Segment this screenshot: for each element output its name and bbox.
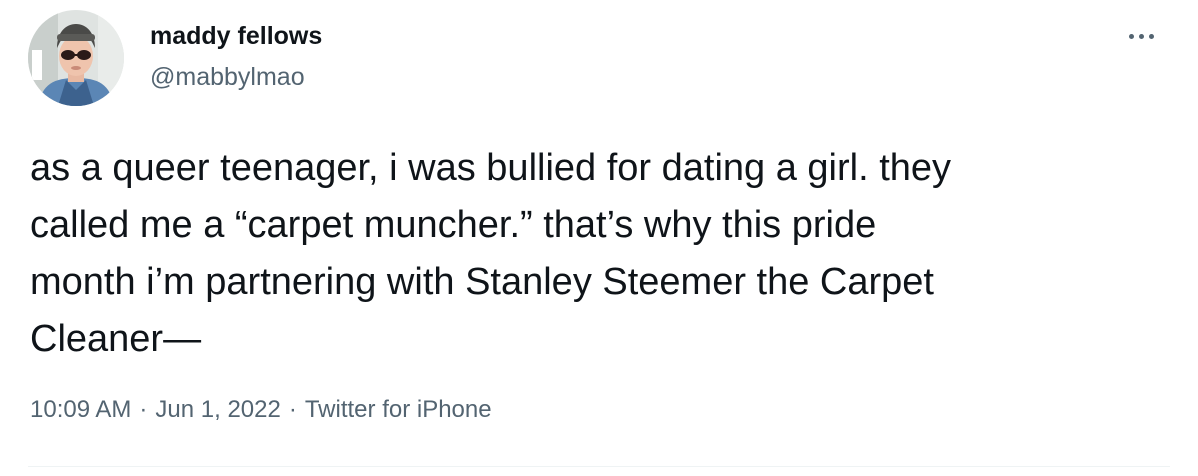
tweet-text-line: month i’m partnering with Stanley Steeme… xyxy=(30,261,934,303)
more-options-button[interactable] xyxy=(1122,22,1162,52)
more-horizontal-icon xyxy=(1129,34,1134,39)
divider xyxy=(28,466,1170,467)
author-handle[interactable]: @mabbylmao xyxy=(150,63,305,92)
meta-separator: · xyxy=(139,396,148,423)
tweet-timestamp-time[interactable]: 10:09 AM xyxy=(30,396,131,424)
more-horizontal-icon-dot xyxy=(1139,34,1144,39)
avatar[interactable] xyxy=(28,10,124,106)
tweet-timestamp-date[interactable]: Jun 1, 2022 xyxy=(155,396,280,424)
user-avatar-photo-icon xyxy=(28,10,124,106)
tweet-metadata: 10:09 AM · Jun 1, 2022 · Twitter for iPhone xyxy=(30,396,492,424)
more-horizontal-icon-dot xyxy=(1149,34,1154,39)
tweet-text: as a queer teenager, i was bullied for d… xyxy=(30,140,1170,368)
tweet-card: maddy fellows @mabbylmao as a queer teen… xyxy=(0,0,1198,476)
tweet-source[interactable]: Twitter for iPhone xyxy=(305,396,492,424)
tweet-text-line: as a queer teenager, i was bullied for d… xyxy=(30,147,952,189)
tweet-text-line: Cleaner— xyxy=(30,318,202,360)
tweet-text-line: called me a “carpet muncher.” that’s why… xyxy=(30,204,877,246)
author-display-name[interactable]: maddy fellows xyxy=(150,22,322,51)
meta-separator: · xyxy=(288,396,297,423)
